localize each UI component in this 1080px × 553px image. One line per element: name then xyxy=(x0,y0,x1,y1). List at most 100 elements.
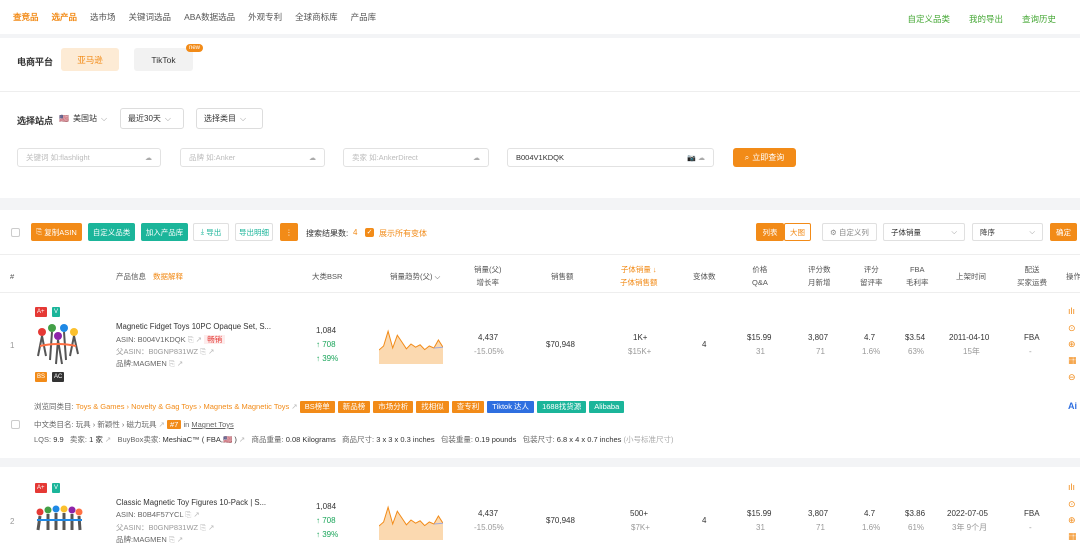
tag-new-list[interactable]: 新品榜 xyxy=(337,401,371,413)
copy-icon[interactable]: ⎘ ↗ xyxy=(200,347,214,356)
custom-columns-button[interactable]: ⚙ 自定义列 xyxy=(822,223,877,241)
buybox-seller[interactable]: MeshiaC™ ( FBA,🇺🇸 ) xyxy=(163,435,237,444)
nav-market[interactable]: 选市场 xyxy=(90,11,116,23)
tag-tiktok[interactable]: Tiktok 达人 xyxy=(487,401,535,413)
nav-keyword[interactable]: 关键词选品 xyxy=(129,11,172,23)
my-export-link[interactable]: 我的导出 xyxy=(969,13,1003,25)
nav-aba[interactable]: ABA数据选品 xyxy=(184,11,235,23)
cloud-upload-icon[interactable]: ☁ xyxy=(309,154,316,162)
nav-select-product[interactable]: 选产品 xyxy=(52,11,78,23)
tag-alibaba[interactable]: Alibaba xyxy=(589,401,625,413)
more-icon[interactable]: ⋮ xyxy=(280,223,298,241)
chart-icon[interactable]: ılı xyxy=(1068,482,1075,492)
product-asin: ASIN: B0B4F57YCL ⎘ ↗ xyxy=(116,510,200,520)
copy-icon[interactable]: ⎘ ↗ xyxy=(185,510,199,519)
product-image[interactable] xyxy=(32,320,84,366)
col-rating[interactable]: 评分 留评率 xyxy=(860,263,883,289)
rank-category[interactable]: Magnet Toys xyxy=(191,420,233,429)
asin-input[interactable]: B004V1KDQK 📷 ☁ xyxy=(507,148,714,167)
cloud-upload-icon[interactable]: ☁ xyxy=(473,154,480,162)
tag-find-similar[interactable]: 找相似 xyxy=(416,401,449,413)
export-button[interactable]: ⤓ 导出 xyxy=(193,223,229,241)
ai-icon[interactable]: Ai xyxy=(1068,401,1077,411)
seller-input[interactable]: 卖家 如:AnkerDirect ☁ xyxy=(343,148,489,167)
confirm-button[interactable]: 确定 xyxy=(1050,223,1077,241)
col-reviews[interactable]: 评分数 月新增 xyxy=(808,263,831,289)
category-select[interactable]: 选择类目 ⌵ xyxy=(196,108,263,129)
show-variants-checkbox[interactable]: ✓ xyxy=(365,228,374,237)
sort-order-select[interactable]: 降序 ⌵ xyxy=(972,223,1043,241)
custom-category-button[interactable]: 自定义品类 xyxy=(88,223,135,241)
view-grid-button[interactable]: 大图 xyxy=(784,223,811,241)
camera-icon[interactable]: 📷 ☁ xyxy=(687,154,705,162)
col-fba[interactable]: FBA 毛利率 xyxy=(906,263,929,289)
brand-text[interactable]: 品牌:MAGMEN xyxy=(116,535,167,544)
pkg-dim-label: 包装尺寸: xyxy=(522,435,555,444)
col-launch-date[interactable]: 上架时间 xyxy=(956,270,986,283)
search-button[interactable]: ⌕ 立即查询 xyxy=(733,148,796,167)
margin: 61% xyxy=(908,523,925,532)
calculator-icon[interactable]: ▦ xyxy=(1068,531,1077,542)
view-list-button[interactable]: 列表 xyxy=(756,223,784,241)
copy-asin-button[interactable]: ⎘ 复制ASIN xyxy=(31,223,82,241)
target-icon[interactable]: ⊕ xyxy=(1068,339,1076,350)
nav-patent[interactable]: 外观专利 xyxy=(248,11,282,23)
period-value: 最近30天 xyxy=(128,114,161,123)
link-icon[interactable]: ⎘ ↗ xyxy=(169,535,183,544)
add-to-library-button[interactable]: 加入产品库 xyxy=(141,223,188,241)
location-icon[interactable]: ⊙ xyxy=(1068,499,1076,510)
chart-icon[interactable]: ılı xyxy=(1068,306,1075,316)
tag-market-analysis[interactable]: 市场分析 xyxy=(373,401,414,413)
cn-category-path: 玩具 › 新颖性 › 磁力玩具 xyxy=(75,420,157,429)
col-child-sales[interactable]: 子体销量 ↓ 子体销售额 xyxy=(620,263,658,289)
col-revenue[interactable]: 销售额 xyxy=(551,270,574,283)
site-value: 美国站 xyxy=(72,114,97,123)
link-icon[interactable]: ↗ xyxy=(291,402,297,411)
seller-count[interactable]: 1 家 xyxy=(89,435,103,444)
data-explain-link[interactable]: 数据解释 xyxy=(153,270,183,283)
brand-input[interactable]: 品牌 如:Anker ☁ xyxy=(180,148,325,167)
sort-field-select[interactable]: 子体销量 ⌵ xyxy=(883,223,965,241)
link-icon[interactable]: ↗ xyxy=(239,435,245,444)
export-detail-button[interactable]: 导出明细 xyxy=(235,223,273,241)
row-checkbox[interactable] xyxy=(11,420,20,429)
link-icon[interactable]: ↗ xyxy=(159,420,165,429)
copy-icon[interactable]: ⎘ ↗ xyxy=(200,523,214,532)
col-shipping[interactable]: 配送 买家运费 xyxy=(1017,263,1047,289)
brand-text[interactable]: 品牌:MAGMEN xyxy=(116,359,167,368)
target-icon[interactable]: ⊕ xyxy=(1068,515,1076,526)
sales-trend-chart[interactable] xyxy=(379,500,443,540)
cloud-upload-icon[interactable]: ☁ xyxy=(145,154,152,162)
col-price[interactable]: 价格 Q&A xyxy=(752,263,768,289)
select-all-checkbox[interactable] xyxy=(11,228,20,237)
col-sales-trend[interactable]: 销量趋势(父) ⌵ xyxy=(390,270,440,283)
col-bsr[interactable]: 大类BSR xyxy=(312,270,342,283)
link-icon[interactable]: ↗ xyxy=(105,435,111,444)
site-select[interactable]: 🇺🇸 美国站 ⌵ xyxy=(55,108,112,129)
browse-path[interactable]: Toys & Games › Novelty & Gag Toys › Magn… xyxy=(76,402,290,411)
tag-patent[interactable]: 查专利 xyxy=(451,401,485,413)
period-select[interactable]: 最近30天 ⌵ xyxy=(120,108,184,129)
location-icon[interactable]: ⊙ xyxy=(1068,323,1076,334)
more-options-icon[interactable]: ⊖ xyxy=(1068,372,1076,383)
nav-trademark[interactable]: 全球商标库 xyxy=(295,11,338,23)
col-variants[interactable]: 变体数 xyxy=(693,270,716,283)
product-image[interactable] xyxy=(32,498,84,544)
nav-competitor[interactable]: 查竞品 xyxy=(13,11,39,23)
sales-trend-chart[interactable] xyxy=(379,324,443,364)
platform-tiktok[interactable]: TikTok xyxy=(134,48,193,71)
custom-category-link[interactable]: 自定义品类 xyxy=(907,13,950,25)
platform-amazon[interactable]: 亚马逊 xyxy=(61,48,119,71)
calculator-icon[interactable]: ▦ xyxy=(1068,355,1077,366)
keyword-input[interactable]: 关键词 如:flashlight ☁ xyxy=(17,148,161,167)
copy-icon[interactable]: ⎘ ↗ xyxy=(188,335,202,344)
product-title[interactable]: Classic Magnetic Toy Figures 10-Pack | S… xyxy=(116,498,266,507)
tag-bs-list[interactable]: BS榜单 xyxy=(299,401,335,413)
col-sales[interactable]: 销量(父) 增长率 xyxy=(474,263,502,289)
new-reviews: 71 xyxy=(816,347,825,356)
tag-1688[interactable]: 1688找货源 xyxy=(537,401,587,413)
query-history-link[interactable]: 查询历史 xyxy=(1022,13,1056,25)
nav-product-lib[interactable]: 产品库 xyxy=(351,11,377,23)
product-title[interactable]: Magnetic Fidget Toys 10PC Opaque Set, S.… xyxy=(116,322,271,331)
link-icon[interactable]: ⎘ ↗ xyxy=(169,359,183,368)
